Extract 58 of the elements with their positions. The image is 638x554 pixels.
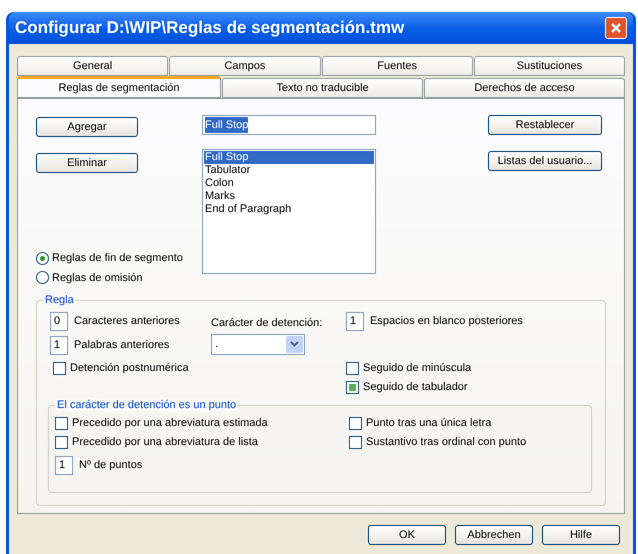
- field-value: Full Stop: [205, 116, 248, 134]
- radio-label: Reglas de fin de segmento: [52, 251, 183, 266]
- checkbox-label: Seguido de tabulador: [363, 380, 468, 396]
- checkbox[interactable]: [346, 362, 359, 375]
- tab[interactable]: Reglas de segmentación: [17, 76, 221, 98]
- checkbox-label: Detención postnumérica: [70, 361, 189, 376]
- checkbox[interactable]: [349, 436, 362, 449]
- close-icon: [610, 22, 622, 34]
- dialog-button[interactable]: Abbrechen: [455, 525, 533, 545]
- window-title: Configurar D:\WIP\Reglas de segmentación.tmw: [15, 17, 404, 40]
- list-item[interactable]: Full Stop: [204, 151, 374, 164]
- name-field[interactable]: Full Stop: [202, 115, 376, 135]
- tab[interactable]: Texto no traducible: [222, 78, 423, 98]
- list-item[interactable]: End of Paragraph: [204, 203, 374, 216]
- dialog-button[interactable]: Restablecer: [488, 115, 602, 135]
- checkbox[interactable]: [55, 417, 68, 430]
- checkbox-label: Seguido de minúscula: [363, 361, 472, 376]
- number-field[interactable]: 1: [50, 336, 68, 354]
- checkbox[interactable]: [55, 436, 68, 449]
- tab[interactable]: Sustituciones: [474, 56, 625, 76]
- rules-listbox[interactable]: Full Stop Tabulator Colon Marks End of Paragraph: [202, 149, 376, 274]
- dialog-button[interactable]: OK: [368, 525, 446, 545]
- dialog-button[interactable]: Agregar: [36, 117, 138, 137]
- dropdown-button[interactable]: [286, 336, 303, 352]
- tab[interactable]: Campos: [169, 56, 320, 76]
- dialog-button[interactable]: Eliminar: [36, 153, 138, 173]
- checkbox[interactable]: [53, 362, 66, 375]
- list-item[interactable]: Marks: [204, 190, 374, 203]
- radio-label: Reglas de omisión: [52, 270, 142, 286]
- list-item[interactable]: Colon: [204, 177, 374, 190]
- dialog-button[interactable]: Listas del usuario...: [488, 151, 602, 171]
- dialog-button[interactable]: Hilfe: [542, 525, 620, 545]
- number-field[interactable]: 1: [346, 312, 364, 330]
- checkbox-label: Precedido por una abreviatura estimada: [72, 416, 268, 432]
- field-label: Nº de puntos: [79, 458, 142, 473]
- checkbox-label: Sustantivo tras ordinal con punto: [366, 435, 526, 450]
- tab[interactable]: Fuentes: [322, 56, 473, 76]
- number-field[interactable]: 0: [50, 312, 68, 330]
- tab[interactable]: Derechos de acceso: [424, 78, 625, 98]
- close-button[interactable]: [605, 17, 627, 39]
- chevron-down-icon: [290, 341, 299, 347]
- stop-char-dropdown[interactable]: .: [211, 334, 305, 354]
- dropdown-value: .: [215, 336, 218, 352]
- field-label: Caracteres anteriores: [74, 314, 180, 329]
- radio-button[interactable]: [36, 252, 49, 265]
- tab[interactable]: General: [17, 56, 168, 76]
- field-label: Carácter de detención:: [211, 316, 324, 331]
- group-title: Regla: [43, 293, 76, 307]
- checkbox-label: Precedido por una abreviatura de lista: [72, 435, 258, 450]
- field-label: Palabras anteriores: [74, 338, 170, 353]
- field-label: Espacios en blanco posteriores: [370, 314, 523, 329]
- number-field[interactable]: 1: [55, 456, 73, 474]
- checkbox[interactable]: [349, 417, 362, 430]
- group-title: El carácter de detención es un punto: [55, 398, 238, 412]
- checkbox[interactable]: [346, 381, 359, 394]
- list-item[interactable]: Tabulator: [204, 164, 374, 177]
- radio-button[interactable]: [36, 271, 49, 284]
- checkbox-label: Punto tras una única letra: [366, 416, 492, 432]
